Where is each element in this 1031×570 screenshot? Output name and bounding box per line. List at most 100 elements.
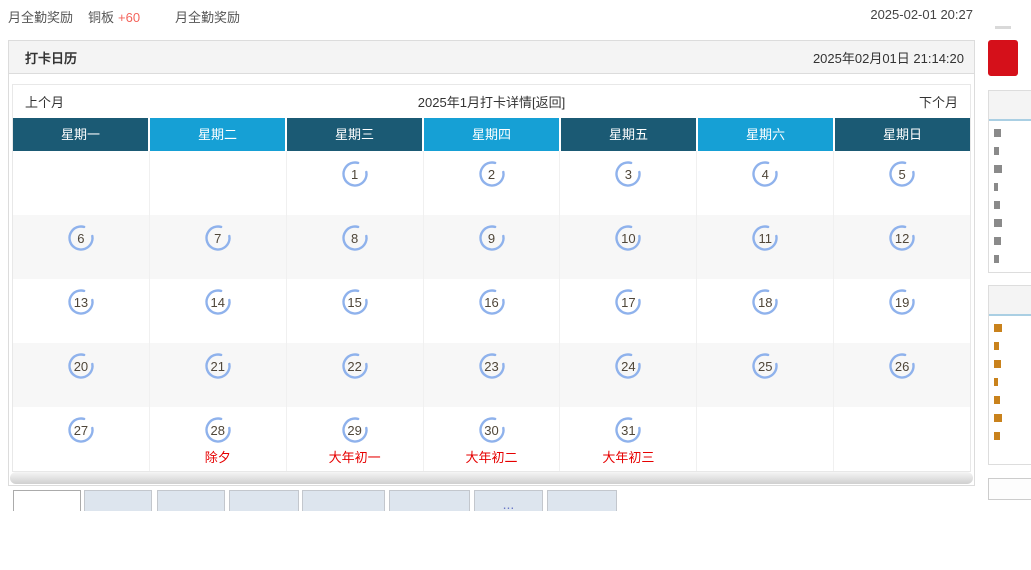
clipped-text-line <box>994 201 1000 209</box>
topbar-datetime: 2025-02-01 20:27 <box>870 7 973 22</box>
day-number: 6 <box>77 230 85 246</box>
day-cell-29: 29 大年初一 <box>287 407 424 471</box>
day-number: 9 <box>487 230 496 246</box>
day-cell-28: 28 除夕 <box>150 407 287 471</box>
sidebar-red-badge[interactable] <box>988 40 1018 76</box>
next-month-link[interactable]: 下个月 <box>919 92 958 111</box>
sidebar-box-2-body <box>989 316 1031 440</box>
day-number: 19 <box>894 294 910 310</box>
day-number: 5 <box>898 166 906 182</box>
day-cell-24: 24 <box>560 343 698 407</box>
day-number: 28 <box>210 422 226 438</box>
calendar-title: 2025年1月打卡详情[返回] <box>13 92 970 111</box>
clipped-text-line <box>994 219 1002 227</box>
day-badge: 7 <box>204 224 232 252</box>
day-number: 12 <box>894 230 910 246</box>
weekday-header-3: 星期三 <box>287 118 424 151</box>
day-badge: 22 <box>341 352 369 380</box>
day-cell-5: 5 <box>834 151 970 215</box>
day-cell-7: 7 <box>150 215 287 279</box>
bottom-tab-row: ... <box>0 490 975 511</box>
day-badge: 5 <box>888 160 916 188</box>
holiday-label: 大年初二 <box>465 450 518 465</box>
weekday-header-5: 星期五 <box>561 118 698 151</box>
panel-title: 打卡日历 <box>25 50 78 66</box>
day-cell-17: 17 <box>560 279 698 343</box>
day-cell-8: 8 <box>287 215 424 279</box>
day-cell-31: 31 大年初三 <box>560 407 698 471</box>
day-badge: 2 <box>478 160 506 188</box>
bottom-tab-8[interactable] <box>547 490 617 511</box>
day-number: 16 <box>484 294 499 310</box>
day-cell-empty <box>150 151 287 215</box>
day-cell-6: 6 <box>13 215 150 279</box>
horizontal-scrollbar[interactable] <box>10 472 973 484</box>
bottom-tab-7[interactable]: ... <box>474 490 543 511</box>
day-number: 23 <box>484 358 499 374</box>
day-number: 13 <box>73 294 89 310</box>
day-badge: 13 <box>67 288 95 316</box>
bottom-tab-6[interactable] <box>389 490 470 511</box>
day-cell-13: 13 <box>13 279 150 343</box>
day-number: 24 <box>621 358 636 374</box>
sidebar-box-3 <box>988 478 1031 500</box>
holiday-label: 除夕 <box>204 450 231 465</box>
day-number: 8 <box>351 230 359 246</box>
day-badge: 31 <box>614 416 642 444</box>
day-badge: 9 <box>478 224 506 252</box>
reward-log-entry-1: 月全勤奖励 <box>8 10 74 25</box>
day-number: 14 <box>210 294 226 310</box>
bottom-tab-1[interactable] <box>13 490 81 511</box>
holiday-label: 大年初一 <box>328 450 381 465</box>
clipped-text-line <box>994 342 999 350</box>
bottom-tab-4[interactable] <box>229 490 299 511</box>
day-badge: 19 <box>888 288 916 316</box>
day-number: 29 <box>347 422 362 438</box>
day-number: 20 <box>73 358 89 374</box>
prev-month-link[interactable]: 上个月 <box>25 92 64 111</box>
day-cell-25: 25 <box>697 343 835 407</box>
bottom-tab-2[interactable] <box>84 490 152 511</box>
bottom-tab-3[interactable] <box>157 490 225 511</box>
day-cell-3: 3 <box>560 151 698 215</box>
clipped-text-line <box>994 165 1002 173</box>
day-number: 1 <box>351 166 359 182</box>
clipped-text-line <box>994 432 1000 440</box>
day-cell-11: 11 <box>697 215 835 279</box>
day-cell-empty <box>697 407 835 471</box>
day-badge: 18 <box>751 288 779 316</box>
bottom-tab-5[interactable] <box>302 490 385 511</box>
weekday-header-row: 星期一 星期二 星期三 星期四 星期五 星期六 星期日 <box>13 118 970 151</box>
top-bar: 月全勤奖励 铜板 +60 月全勤奖励 2025-02-01 20:27 <box>0 0 1031 30</box>
calendar-week-row: 6 7 8 9 10 11 12 <box>13 215 970 279</box>
day-badge: 1 <box>341 160 369 188</box>
calendar-week-row: 27 28 除夕 29 大年初一 30 大年初二 31 大年初三 <box>13 407 970 471</box>
day-number: 15 <box>347 294 362 310</box>
day-cell-empty <box>834 407 970 471</box>
day-number: 7 <box>214 230 222 246</box>
panel-header: 打卡日历 2025年02月01日 21:14:20 <box>9 41 974 74</box>
clipped-text-line <box>994 237 1001 245</box>
day-cell-22: 22 <box>287 343 424 407</box>
day-number: 17 <box>621 294 636 310</box>
day-cell-1: 1 <box>287 151 424 215</box>
back-link[interactable]: [返回] <box>532 95 565 110</box>
weekday-header-7: 星期日 <box>835 118 970 151</box>
sidebar-box-2-header <box>989 286 1031 316</box>
day-badge: 23 <box>478 352 506 380</box>
day-badge: 21 <box>204 352 232 380</box>
weekday-header-4: 星期四 <box>424 118 561 151</box>
clipped-text-line <box>994 396 1000 404</box>
coin-delta-value: +60 <box>118 10 141 25</box>
day-badge: 4 <box>751 160 779 188</box>
day-badge: 29 <box>341 416 369 444</box>
day-cell-10: 10 <box>560 215 698 279</box>
day-cell-9: 9 <box>424 215 561 279</box>
weekday-header-1: 星期一 <box>13 118 150 151</box>
day-badge: 14 <box>204 288 232 316</box>
day-badge: 16 <box>478 288 506 316</box>
day-badge: 8 <box>341 224 369 252</box>
day-cell-2: 2 <box>424 151 561 215</box>
day-number: 18 <box>757 294 773 310</box>
day-number: 30 <box>484 422 499 438</box>
